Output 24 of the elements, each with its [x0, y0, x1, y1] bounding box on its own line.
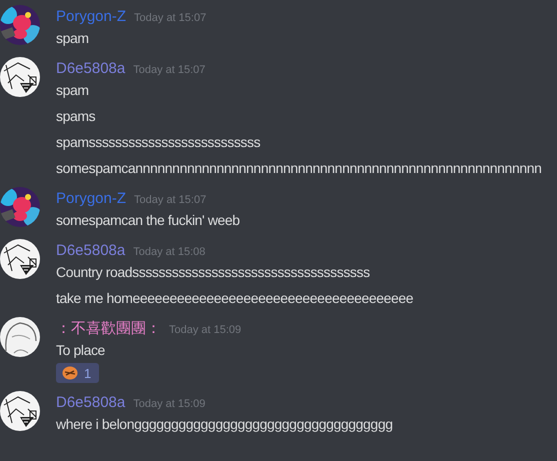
username[interactable]: D6e5808a	[56, 59, 126, 79]
username[interactable]: Porygon-Z	[56, 7, 126, 27]
message-text: take me homeeeeeeeeeeeeeeeeeeeeeeeeeeeeeeeeeeeeee	[56, 289, 414, 308]
message-text: Country roadssssssssssssssssssssssssssssssssssss	[56, 263, 371, 282]
timestamp: Today at 15:08	[133, 245, 206, 260]
message-text: somespamcannnnnnnnnnnnnnnnnnnnnnnnnnnnnnnnnnnnnnnnnnnnnnnnnnnnnnn	[56, 159, 542, 178]
timestamp: Today at 15:09	[133, 397, 206, 412]
timestamp: Today at 15:09	[169, 323, 242, 338]
message-text: where i belonggggggggggggggggggggggggggggggggggg	[56, 415, 393, 434]
timestamp: Today at 15:07	[133, 63, 206, 78]
username[interactable]: D6e5808a	[56, 393, 126, 413]
username[interactable]: D6e5808a	[56, 241, 126, 261]
message-text: spam	[56, 81, 90, 100]
username[interactable]: ：不喜歡團團：	[56, 319, 161, 339]
message-text: somespamcan the fuckin' weeb	[56, 211, 240, 230]
reaction-button[interactable]: 1	[56, 363, 100, 383]
message-text: To place	[56, 341, 106, 360]
username[interactable]: Porygon-Z	[56, 189, 126, 209]
message-text: spam	[56, 29, 90, 48]
timestamp: Today at 15:07	[134, 193, 206, 208]
emoji-icon	[62, 365, 78, 381]
timestamp: Today at 15:07	[134, 11, 206, 26]
message-text: spamssssssssssssssssssssssssss	[56, 133, 262, 152]
message-text: spams	[56, 107, 96, 126]
